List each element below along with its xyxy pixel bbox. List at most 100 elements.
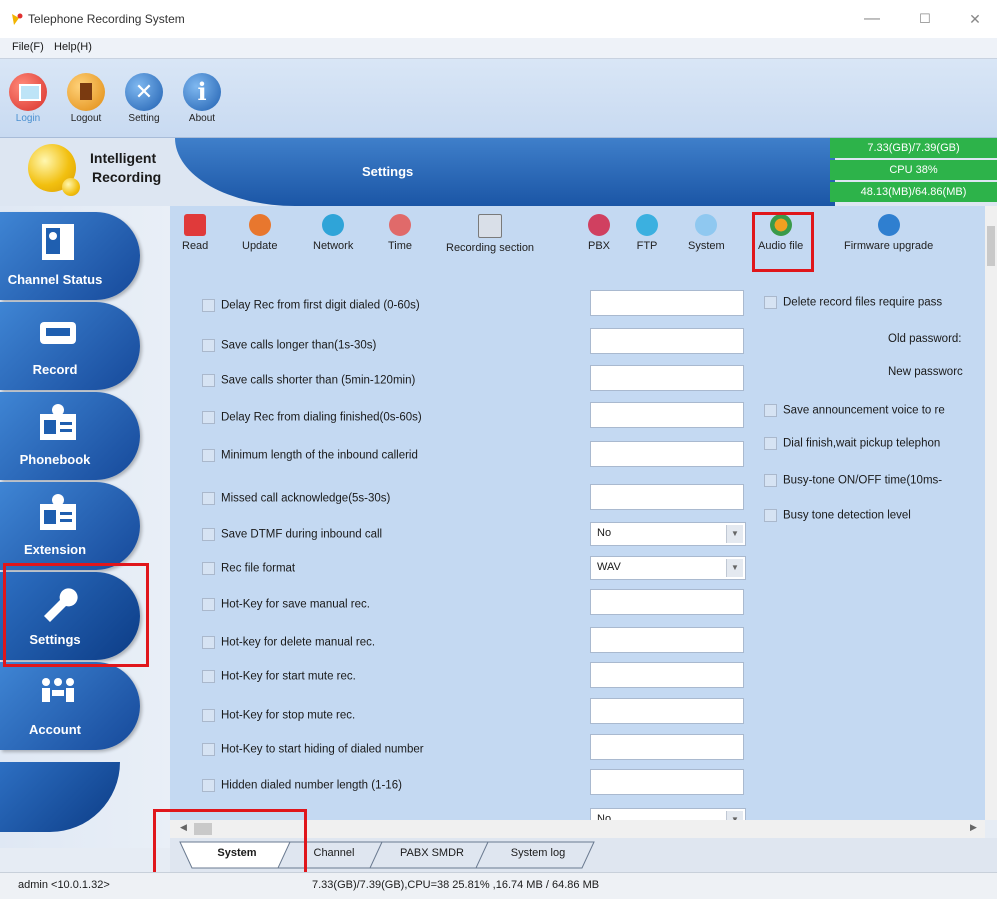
minimum-callerid-length-input[interactable] bbox=[590, 441, 744, 467]
sidebar-item-channel-status[interactable]: Channel Status bbox=[0, 212, 140, 300]
missed-call-acknowledge-input[interactable] bbox=[590, 484, 744, 510]
system-button[interactable]: System bbox=[688, 214, 725, 252]
sidebar-item-account[interactable]: Account bbox=[0, 662, 140, 750]
ftp-button[interactable]: FTP bbox=[636, 214, 658, 252]
busy-tone-time-checkbox[interactable] bbox=[764, 474, 777, 487]
vertical-scrollbar-thumb[interactable] bbox=[987, 226, 995, 266]
dial-finish-checkbox[interactable] bbox=[764, 437, 777, 450]
setting-checkbox[interactable] bbox=[202, 339, 215, 352]
channel-status-icon bbox=[42, 224, 74, 260]
setting-checkbox[interactable] bbox=[202, 492, 215, 505]
setting-checkbox[interactable] bbox=[202, 598, 215, 611]
hidden-number-length-input[interactable] bbox=[590, 769, 744, 795]
memory-stat: 48.13(MB)/64.86(MB) bbox=[830, 182, 997, 202]
read-button[interactable]: Read bbox=[182, 214, 208, 252]
read-label: Read bbox=[182, 240, 209, 252]
setting-checkbox[interactable] bbox=[202, 449, 215, 462]
save-calls-shorter-input[interactable] bbox=[590, 365, 744, 391]
hotkey-delete-manual-input[interactable] bbox=[590, 627, 744, 653]
delay-rec-dialing-finished-input[interactable] bbox=[590, 402, 744, 428]
logout-button[interactable]: Logout bbox=[62, 65, 110, 131]
recording-section-button[interactable]: Recording section bbox=[446, 214, 534, 254]
setting-checkbox[interactable] bbox=[202, 779, 215, 792]
save-announcement-checkbox[interactable] bbox=[764, 404, 777, 417]
dial-finish-label: Dial finish,wait pickup telephon bbox=[783, 437, 941, 450]
chevron-down-icon: ▼ bbox=[726, 525, 743, 543]
sidebar-label-channel-status: Channel Status bbox=[7, 272, 103, 287]
firmware-upgrade-button[interactable]: Firmware upgrade bbox=[844, 214, 933, 252]
login-label: Login bbox=[15, 113, 41, 124]
maximize-button[interactable]: ☐ bbox=[905, 8, 945, 30]
hotkey-save-manual-input[interactable] bbox=[590, 589, 744, 615]
sidebar-item-phonebook[interactable]: Phonebook bbox=[0, 392, 140, 480]
delete-require-pass-label: Delete record files require pass bbox=[783, 296, 943, 309]
update-icon bbox=[248, 214, 271, 236]
hotkey-hide-dialed-input[interactable] bbox=[590, 734, 744, 760]
setting-checkbox[interactable] bbox=[202, 374, 215, 387]
sidebar-item-record[interactable]: Record bbox=[0, 302, 140, 390]
setting-checkbox[interactable] bbox=[202, 743, 215, 756]
setting-checkbox[interactable] bbox=[202, 411, 215, 424]
time-button[interactable]: Time bbox=[388, 214, 412, 252]
scroll-right-icon[interactable]: ▶ bbox=[970, 822, 977, 833]
save-dtmf-select[interactable]: No ▼ bbox=[590, 522, 746, 546]
section-title: Settings bbox=[362, 164, 414, 179]
close-button[interactable]: ✕ bbox=[955, 8, 995, 30]
hotkey-stop-mute-input[interactable] bbox=[590, 698, 744, 724]
sidebar-item-extension[interactable]: Extension bbox=[0, 482, 140, 570]
menu-file[interactable]: File(F) bbox=[12, 41, 44, 53]
system-icon bbox=[695, 214, 718, 236]
setting-row: Missed call acknowledge(5s-30s) bbox=[202, 492, 390, 510]
firmware-upgrade-label: Firmware upgrade bbox=[844, 240, 934, 252]
pbx-button[interactable]: PBX bbox=[588, 214, 610, 252]
setting-checkbox[interactable] bbox=[202, 299, 215, 312]
save-calls-longer-input[interactable] bbox=[590, 328, 744, 354]
setting-label: Hot-Key for stop mute rec. bbox=[221, 709, 356, 722]
network-label: Network bbox=[313, 240, 354, 252]
busy-tone-level-checkbox[interactable] bbox=[764, 509, 777, 522]
setting-label: Delay Rec from first digit dialed (0-60s… bbox=[221, 299, 420, 312]
app-window: Telephone Recording System — ☐ ✕ File(F)… bbox=[0, 0, 997, 899]
setting-checkbox[interactable] bbox=[202, 528, 215, 541]
login-button[interactable]: Login bbox=[4, 65, 52, 131]
time-label: Time bbox=[388, 240, 413, 252]
save-dtmf-value: No bbox=[597, 527, 612, 539]
setting-row: Hot-Key for save manual rec. bbox=[202, 598, 370, 616]
setting-label: Save calls shorter than (5min-120min) bbox=[221, 374, 416, 387]
network-icon bbox=[322, 214, 345, 236]
setting-label: Hot-key for delete manual rec. bbox=[221, 636, 376, 649]
tab-pabx-smdr[interactable]: PABX SMDR bbox=[382, 840, 482, 866]
update-button[interactable]: Update bbox=[242, 214, 277, 252]
setting-row: Rec file format bbox=[202, 562, 295, 580]
setting-row: Hot-Key for start mute rec. bbox=[202, 670, 356, 688]
setting-checkbox[interactable] bbox=[202, 670, 215, 683]
minimize-button[interactable]: — bbox=[852, 8, 892, 30]
setting-checkbox[interactable] bbox=[202, 709, 215, 722]
tab-system-log[interactable]: System log bbox=[488, 840, 588, 866]
setting-checkbox[interactable] bbox=[202, 562, 215, 575]
old-password-label: Old password: bbox=[888, 333, 962, 345]
brand-line2: Recording bbox=[92, 169, 162, 185]
settings-toolbar: Read Update Network Time Recording secti… bbox=[170, 206, 985, 270]
delay-rec-first-digit-input[interactable] bbox=[590, 290, 744, 316]
menu-help[interactable]: Help(H) bbox=[54, 41, 92, 53]
record-icon bbox=[40, 322, 76, 344]
setting-label: Rec file format bbox=[221, 562, 296, 575]
setting-label: Save calls longer than(1s-30s) bbox=[221, 339, 377, 352]
dial-finish-row: Dial finish,wait pickup telephon bbox=[764, 437, 940, 450]
hotkey-start-mute-input[interactable] bbox=[590, 662, 744, 688]
about-button[interactable]: i About bbox=[178, 65, 226, 131]
network-button[interactable]: Network bbox=[313, 214, 353, 252]
rec-file-format-select[interactable]: WAV ▼ bbox=[590, 556, 746, 580]
pbx-label: PBX bbox=[588, 240, 611, 252]
logout-label: Logout bbox=[70, 113, 102, 124]
vertical-scrollbar[interactable] bbox=[985, 206, 997, 820]
setting-button[interactable]: ✕ Setting bbox=[120, 65, 168, 131]
delete-require-pass-checkbox[interactable] bbox=[764, 296, 777, 309]
setting-label: Save DTMF during inbound call bbox=[221, 528, 383, 541]
setting-row: Delay Rec from first digit dialed (0-60s… bbox=[202, 299, 420, 317]
app-icon bbox=[12, 13, 23, 25]
setting-row: Hidden dialed number length (1-16) bbox=[202, 779, 402, 797]
setting-checkbox[interactable] bbox=[202, 636, 215, 649]
partial-select[interactable]: No ▼ bbox=[590, 808, 746, 820]
